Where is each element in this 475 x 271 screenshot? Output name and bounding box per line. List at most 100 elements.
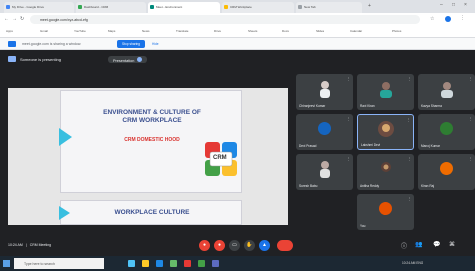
bookmark-item[interactable]: Calendar [350, 29, 362, 33]
share-banner-text: meet.google.com is sharing a window. [22, 42, 82, 46]
reload-icon[interactable]: ↻ [20, 16, 24, 22]
meeting-info: 10:24 AM | CRM Meeting [8, 243, 52, 247]
tab-label: My Drive - Google Drive [12, 5, 45, 9]
chrome-icon[interactable] [198, 260, 205, 267]
presentation-view[interactable]: ENVIRONMENT & CULTURE OF CRM WORKPLACE C… [8, 88, 288, 225]
file-explorer-icon[interactable] [142, 260, 149, 267]
current-slide: ENVIRONMENT & CULTURE OF CRM WORKPLACE C… [60, 90, 242, 193]
next-slide: WORKPLACE CULTURE [60, 200, 242, 225]
url-text: meet.google.com/xyz-abcd-efg [40, 18, 88, 22]
participant-photo [320, 161, 330, 178]
bookmark-item[interactable]: Slides [316, 29, 324, 33]
site-icon [224, 5, 228, 9]
participant-name: Kiran Raj [421, 184, 435, 188]
browser-tab[interactable]: CRM Workplace [222, 2, 294, 13]
slide-arrow-shape [59, 206, 70, 220]
mic-off-icon: ⋮ [407, 77, 412, 81]
participant-photo [441, 82, 453, 98]
participant-tile[interactable]: ⋮ Chiranjeevi Kumar [296, 74, 353, 110]
presenter-chip[interactable]: Presentation [108, 56, 148, 63]
mic-off-icon: ⋮ [468, 117, 473, 121]
participant-name: Devi Prasad [299, 144, 317, 148]
present-button[interactable]: ▲ [259, 240, 270, 251]
close-icon[interactable]: × [464, 2, 467, 8]
app-icon[interactable] [212, 260, 219, 267]
people-icon[interactable]: 👥 [415, 241, 422, 248]
chat-icon[interactable]: 💬 [433, 241, 440, 248]
participant-avatar [440, 162, 453, 175]
task-view-icon[interactable] [128, 260, 135, 267]
participant-name: Manoj Kumar [421, 144, 440, 148]
browser-tab[interactable]: My Drive - Google Drive [4, 2, 74, 13]
bookmark-item[interactable]: Gmail [40, 29, 48, 33]
participant-tile[interactable]: ⋮ Anitha Reddy [357, 154, 414, 190]
participant-photo [380, 82, 392, 98]
bookmark-item[interactable]: News [142, 29, 150, 33]
mic-off-icon: ⋮ [346, 157, 351, 161]
tab-label: New Tab [304, 5, 316, 9]
participant-tile[interactable]: ⋮ Suresh Babu [296, 154, 353, 190]
activities-icon[interactable]: ⌘ [449, 241, 455, 248]
participant-tile[interactable]: ⋮ Kavya Sharma [418, 74, 475, 110]
participant-tile[interactable]: ⋮ Ravi Kiran [357, 74, 414, 110]
participant-tile[interactable]: ⋮ Manoj Kumar [418, 114, 475, 150]
participant-tile-speaking[interactable]: ⋮ Lakshmi Devi [357, 114, 414, 150]
participant-tile[interactable]: ⋮ Kiran Raj [418, 154, 475, 190]
menu-icon[interactable]: ⋮ [460, 15, 465, 21]
info-icon[interactable]: ⓘ [401, 241, 407, 250]
bookmark-item[interactable]: Maps [108, 29, 115, 33]
stop-sharing-button[interactable]: Stop sharing [117, 40, 145, 48]
slide-arrow-shape [59, 128, 72, 146]
presenter-chip-label: Presentation [113, 59, 135, 63]
os-taskbar: Type here to search 10:24 AM ENG [0, 256, 475, 271]
participant-tile[interactable]: ⋮ Devi Prasad [296, 114, 353, 150]
app-icon[interactable] [184, 260, 191, 267]
mic-off-icon: ⋮ [346, 77, 351, 81]
slide-title-line2: CRM WORKPLACE [122, 117, 182, 124]
self-tile[interactable]: ⋮ You [357, 194, 414, 230]
participant-photo [378, 121, 394, 137]
new-tab-icon[interactable]: + [368, 3, 371, 9]
maximize-icon[interactable]: □ [452, 2, 455, 8]
slide-title: ENVIRONMENT & CULTURE OF CRM WORKPLACE [61, 109, 243, 125]
hide-button[interactable]: Hide [152, 42, 159, 46]
taskbar-search-input[interactable]: Type here to search [14, 258, 104, 269]
slide-title-line1: ENVIRONMENT & CULTURE OF [103, 109, 201, 116]
participant-avatar [440, 122, 453, 135]
raise-hand-button[interactable]: ✋ [244, 240, 255, 251]
tab-label: Dashboard - CRM [84, 5, 109, 9]
star-icon[interactable]: ☆ [430, 16, 434, 22]
url-input[interactable]: meet.google.com/xyz-abcd-efg [30, 15, 420, 24]
camera-off-button[interactable]: ● [214, 240, 225, 251]
captions-button[interactable]: ▭ [229, 240, 240, 251]
bookmark-item[interactable]: Docs [282, 29, 289, 33]
mic-off-button[interactable]: ● [199, 240, 210, 251]
profile-avatar[interactable] [445, 16, 451, 22]
meet-icon [150, 5, 154, 9]
windows-start-icon[interactable] [3, 260, 10, 267]
bookmark-item[interactable]: YouTube [74, 29, 86, 33]
bookmark-item[interactable]: Apps [6, 29, 13, 33]
forward-icon[interactable]: → [12, 16, 17, 22]
taskbar-search-placeholder: Type here to search [24, 262, 55, 266]
screen-share-banner: meet.google.com is sharing a window. Sto… [0, 38, 475, 50]
mic-off-icon: ⋮ [407, 197, 412, 201]
browser-tab-active[interactable]: Meet - Environment [148, 2, 220, 13]
browser-tab[interactable]: Dashboard - CRM [76, 2, 146, 13]
edge-icon[interactable] [156, 260, 163, 267]
tab-label: Meet - Environment [156, 5, 183, 9]
minimize-icon[interactable]: – [440, 2, 443, 8]
mic-off-icon: ⋮ [468, 77, 473, 81]
back-icon[interactable]: ← [4, 16, 9, 22]
screen-share-icon [8, 41, 16, 47]
bookmark-item[interactable]: Photos [392, 29, 401, 33]
site-icon [78, 5, 82, 9]
bookmark-item[interactable]: Sheets [248, 29, 257, 33]
end-call-button[interactable] [277, 240, 293, 251]
browser-tab[interactable]: New Tab [296, 2, 362, 13]
participant-name: Lakshmi Devi [361, 143, 381, 147]
meeting-code: CRM Meeting [29, 243, 52, 247]
app-icon[interactable] [170, 260, 177, 267]
bookmark-item[interactable]: Drive [214, 29, 221, 33]
bookmark-item[interactable]: Translate [176, 29, 188, 33]
